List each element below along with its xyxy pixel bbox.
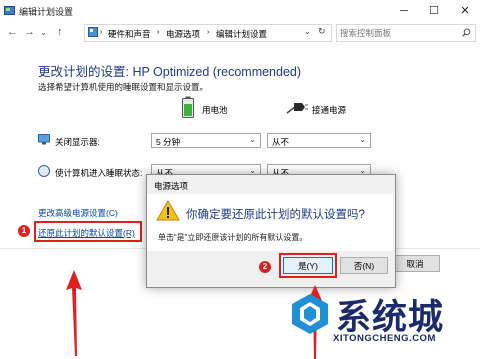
dialog-title: 电源选项 [154, 181, 189, 191]
pointer-arrow-left [66, 270, 82, 356]
battery-icon [182, 96, 194, 118]
cancel-button[interactable]: 取消 [390, 255, 440, 272]
battery-column-label: 用电池 [202, 105, 228, 115]
step-badge-2: 2 [259, 261, 271, 273]
close-button[interactable]: ✕ [450, 0, 480, 22]
breadcrumb-separator: › [207, 29, 210, 36]
search-icon[interactable] [462, 28, 471, 37]
address-dropdown-icon[interactable]: ⌄ [304, 27, 311, 36]
power-plug-icon [286, 103, 308, 114]
chevron-down-icon: ⌄ [359, 135, 366, 144]
watermark-url: XITONGCHENG.COM [333, 333, 436, 344]
dialog-question: 你确定要还原此计划的默认设置吗? [186, 209, 365, 221]
warning-icon [156, 200, 180, 221]
dialog-hint: 单击“是”立即还原该计划的所有默认设置。 [158, 233, 308, 242]
advanced-power-settings-link[interactable]: 更改高级电源设置(C) [38, 207, 118, 219]
minimize-button[interactable]: ─ [389, 0, 419, 22]
plugged-column-label: 接通电源 [312, 105, 347, 115]
breadcrumb-power-options[interactable]: 电源选项 [166, 28, 200, 40]
breadcrumb-hardware[interactable]: 硬件和声音 [108, 28, 151, 40]
maximize-button[interactable]: ☐ [419, 0, 449, 22]
display-off-label: 关闭显示器: [55, 137, 100, 147]
no-button[interactable]: 否(N) [340, 257, 388, 274]
history-chevron-icon[interactable]: ⌄ [40, 28, 47, 37]
display-off-plugged-value: 从不 [272, 137, 290, 147]
display-off-battery-value: 5 分钟 [156, 137, 181, 147]
display-off-plugged-select[interactable]: 从不 ⌄ [267, 133, 371, 148]
breadcrumb-separator: › [157, 29, 160, 36]
display-off-battery-select[interactable]: 5 分钟 ⌄ [151, 133, 261, 148]
forward-arrow-icon[interactable]: → [24, 26, 35, 38]
search-placeholder: 搜索控制面板 [340, 28, 392, 38]
sleep-label: 使计算机进入睡眠状态: [55, 168, 143, 178]
window-title: 编辑计划设置 [19, 7, 74, 17]
power-options-icon [4, 6, 15, 15]
watermark-logo-icon [292, 294, 328, 334]
refresh-icon[interactable]: ↻ [318, 26, 326, 37]
control-panel-icon [88, 27, 98, 37]
breadcrumb-separator: › [100, 29, 103, 36]
sleep-moon-icon [38, 165, 50, 177]
page-title: 更改计划的设置: HP Optimized (recommended) [38, 65, 302, 79]
up-arrow-icon[interactable]: ↑ [57, 26, 63, 38]
back-arrow-icon[interactable]: ← [7, 26, 18, 38]
chevron-down-icon: ⌄ [249, 135, 256, 144]
breadcrumb-edit-plan[interactable]: 编辑计划设置 [216, 28, 267, 40]
step-badge-1: 1 [18, 225, 30, 237]
monitor-icon [38, 134, 50, 145]
yes-button[interactable]: 是(Y) [283, 257, 333, 274]
restore-defaults-link[interactable]: 还原此计划的默认设置(R) [38, 227, 135, 239]
page-subtitle: 选择希望计算机使用的睡眠设置和显示设置。 [38, 82, 209, 92]
